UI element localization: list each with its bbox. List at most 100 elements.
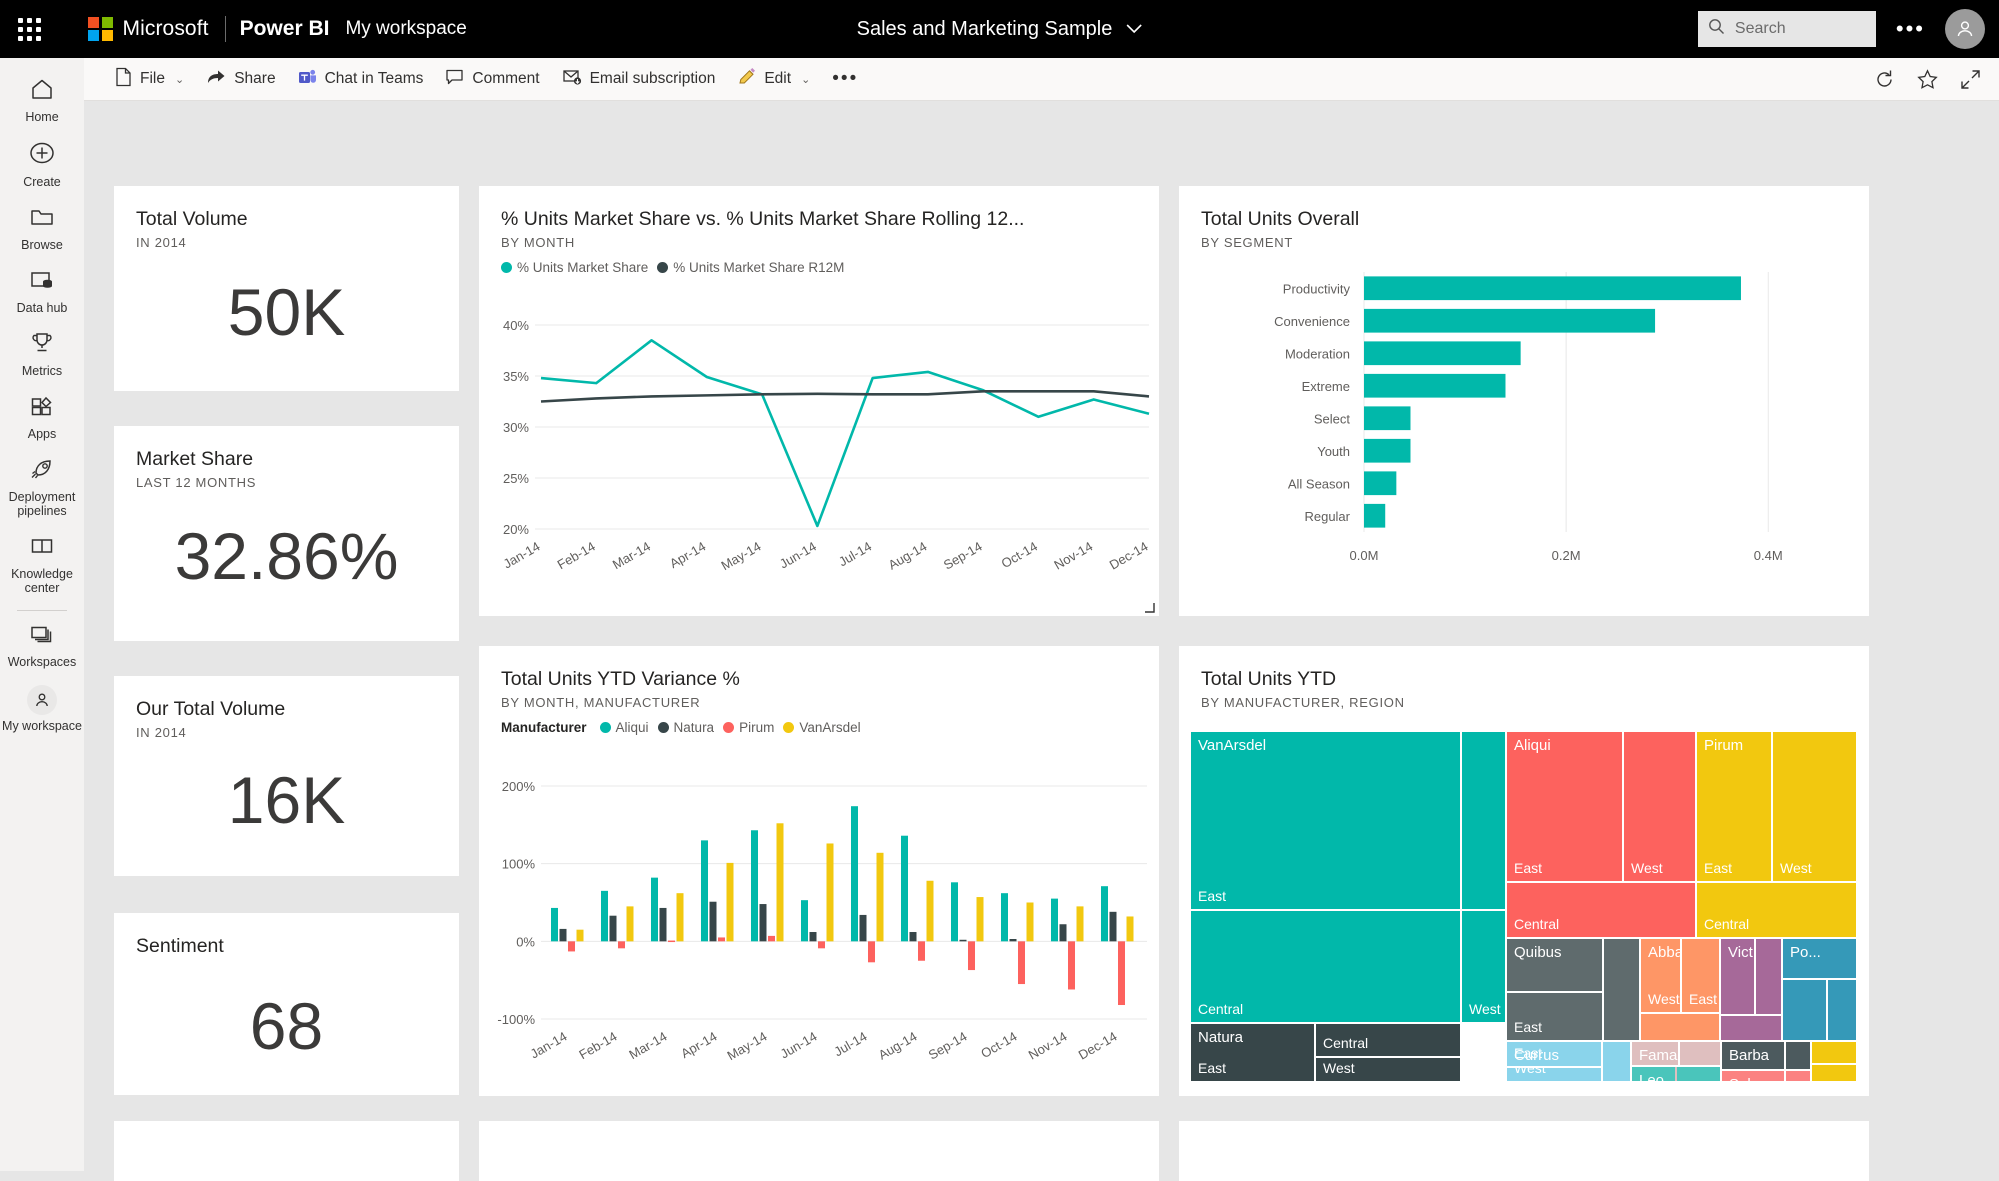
- treemap-cell[interactable]: Central: [1191, 911, 1460, 1022]
- sidebar-item-home[interactable]: Home: [0, 68, 84, 131]
- treemap-cell[interactable]: Quibus: [1507, 939, 1602, 991]
- sidebar-item-workspaces[interactable]: Workspaces: [0, 613, 84, 676]
- search-box[interactable]: [1697, 11, 1876, 47]
- powerbi-product-name[interactable]: Power BI: [240, 17, 330, 41]
- treemap-cell[interactable]: Leo: [1632, 1067, 1675, 1081]
- treemap-cell[interactable]: Central: [1507, 883, 1695, 937]
- sidebar-item-my-workspace[interactable]: My workspace: [0, 676, 84, 740]
- svg-text:Jun-14: Jun-14: [777, 539, 819, 572]
- tile-market-share-line-chart[interactable]: % Units Market Share vs. % Units Market …: [479, 186, 1159, 616]
- treemap-cell[interactable]: Salvus: [1722, 1071, 1784, 1081]
- treemap-cell[interactable]: Pirum East: [1697, 732, 1771, 881]
- treemap-cell[interactable]: [1462, 732, 1505, 909]
- chat-in-teams-label: Chat in Teams: [324, 70, 424, 87]
- sidebar-item-browse[interactable]: Browse: [0, 196, 84, 259]
- file-icon: [115, 67, 132, 92]
- treemap-cell[interactable]: VanArsdel East: [1191, 732, 1460, 909]
- comment-button[interactable]: Comment: [434, 58, 550, 101]
- legend-item[interactable]: Aliqui: [599, 720, 649, 735]
- app-launcher-icon[interactable]: [0, 0, 58, 58]
- sidebar-item-apps[interactable]: Apps: [0, 385, 84, 448]
- treemap-cell[interactable]: Natura East: [1191, 1024, 1314, 1081]
- treemap-cell[interactable]: [1680, 1042, 1720, 1065]
- svg-text:0.4M: 0.4M: [1754, 548, 1783, 563]
- sidebar-item-knowledge-center[interactable]: Knowledge center: [0, 525, 84, 602]
- data-hub-icon: [29, 268, 55, 297]
- treemap-cell[interactable]: [1721, 1016, 1781, 1040]
- tile-total-units-ytd-treemap[interactable]: Total Units YTD BY MANUFACTURER, REGION …: [1179, 646, 1869, 1096]
- legend-item[interactable]: VanArsdel: [783, 720, 861, 735]
- treemap-cell[interactable]: [1786, 1042, 1810, 1069]
- microsoft-logo[interactable]: Microsoft: [88, 16, 209, 42]
- treemap-cell[interactable]: [1812, 1065, 1856, 1081]
- treemap-cell[interactable]: Po...: [1783, 939, 1856, 978]
- divider: [17, 610, 67, 611]
- treemap-cell[interactable]: [1756, 939, 1781, 1014]
- favorite-star-icon[interactable]: [1917, 68, 1938, 90]
- treemap-cell[interactable]: Central: [1316, 1024, 1460, 1056]
- treemap-cell[interactable]: Fama: [1632, 1042, 1678, 1065]
- tile-total-volume[interactable]: Total Volume IN 2014 50K: [114, 186, 459, 391]
- workspace-name[interactable]: My workspace: [345, 18, 466, 40]
- treemap-cell[interactable]: East: [1507, 993, 1602, 1040]
- treemap-cell[interactable]: [1783, 980, 1826, 1040]
- treemap-cell[interactable]: West: [1624, 732, 1695, 881]
- treemap-cell[interactable]: [1603, 1042, 1630, 1081]
- email-subscription-button[interactable]: Email subscription: [551, 58, 727, 101]
- svg-text:Sep-14: Sep-14: [926, 1029, 970, 1063]
- report-title-dropdown[interactable]: Sales and Marketing Sample: [857, 18, 1143, 41]
- treemap-cell[interactable]: Central: [1697, 883, 1856, 937]
- file-menu-button[interactable]: File ⌄: [104, 58, 195, 101]
- sidebar-item-create[interactable]: Create: [0, 131, 84, 196]
- treemap-cell[interactable]: [1828, 980, 1856, 1040]
- tile-title: Total Units Overall: [1201, 208, 1360, 230]
- treemap-cell[interactable]: Aliqui East: [1507, 732, 1622, 881]
- legend-item[interactable]: % Units Market Share R12M: [657, 260, 844, 275]
- treemap-cell[interactable]: East: [1682, 939, 1719, 1012]
- tile-partial-bottom-right[interactable]: [1179, 1121, 1869, 1181]
- tile-partial-bottom-center[interactable]: [479, 1121, 1159, 1181]
- treemap-cell[interactable]: [1641, 1014, 1719, 1040]
- treemap-cell[interactable]: Vict...: [1721, 939, 1754, 1014]
- share-button[interactable]: Share: [195, 58, 286, 101]
- actionbar-overflow-button[interactable]: •••: [821, 58, 869, 101]
- tile-title: Total Units YTD: [1201, 668, 1337, 690]
- refresh-icon[interactable]: [1874, 69, 1895, 90]
- treemap-cell[interactable]: Abbas West: [1641, 939, 1680, 1012]
- tile-sentiment[interactable]: Sentiment 68: [114, 913, 459, 1095]
- legend-item[interactable]: Pirum: [723, 720, 774, 735]
- tile-total-units-overall[interactable]: Total Units Overall BY SEGMENT 0.0M 0.2M 0…: [1179, 186, 1869, 616]
- tile-our-total-volume[interactable]: Our Total Volume IN 2014 16K: [114, 676, 459, 876]
- treemap-cell[interactable]: West: [1507, 1068, 1601, 1081]
- treemap-cell[interactable]: [1786, 1071, 1810, 1081]
- topbar-more-button[interactable]: •••: [1888, 18, 1933, 40]
- treemap-group-label: Po...: [1790, 944, 1821, 961]
- treemap-cell[interactable]: Currus East: [1507, 1042, 1601, 1066]
- avatar[interactable]: [1945, 9, 1985, 49]
- tile-market-share[interactable]: Market Share LAST 12 MONTHS 32.86%: [114, 426, 459, 641]
- sidebar-item-data-hub[interactable]: Data hub: [0, 259, 84, 322]
- svg-text:Apr-14: Apr-14: [678, 1029, 719, 1062]
- search-input[interactable]: [1734, 20, 1855, 38]
- sidebar-item-deployment-pipelines[interactable]: Deployment pipelines: [0, 448, 84, 525]
- treemap-cell[interactable]: West: [1773, 732, 1856, 881]
- sidebar-item-metrics[interactable]: Metrics: [0, 322, 84, 385]
- treemap-cell[interactable]: [1604, 939, 1639, 1040]
- treemap-cell[interactable]: West: [1462, 911, 1505, 1022]
- edit-button[interactable]: Edit ⌄: [726, 58, 821, 101]
- sidebar-item-label: Metrics: [21, 364, 63, 378]
- treemap-cell[interactable]: West: [1316, 1058, 1460, 1081]
- tile-ytd-variance-chart[interactable]: Total Units YTD Variance % BY MONTH, MAN…: [479, 646, 1159, 1096]
- microsoft-squares-icon: [88, 16, 113, 42]
- tile-subtitle: BY MONTH, MANUFACTURER: [501, 695, 701, 710]
- treemap-cell[interactable]: [1812, 1042, 1856, 1063]
- treemap-cell[interactable]: [1677, 1067, 1720, 1081]
- legend-item[interactable]: % Units Market Share: [501, 260, 648, 275]
- tile-partial-bottom-left[interactable]: [114, 1121, 459, 1181]
- chat-in-teams-button[interactable]: Chat in Teams: [287, 58, 435, 101]
- treemap-cell[interactable]: Barba: [1722, 1042, 1784, 1069]
- resize-grip[interactable]: [1143, 600, 1155, 613]
- fullscreen-icon[interactable]: [1960, 69, 1981, 90]
- legend-item[interactable]: Natura: [657, 720, 714, 735]
- svg-text:-100%: -100%: [497, 1012, 535, 1027]
